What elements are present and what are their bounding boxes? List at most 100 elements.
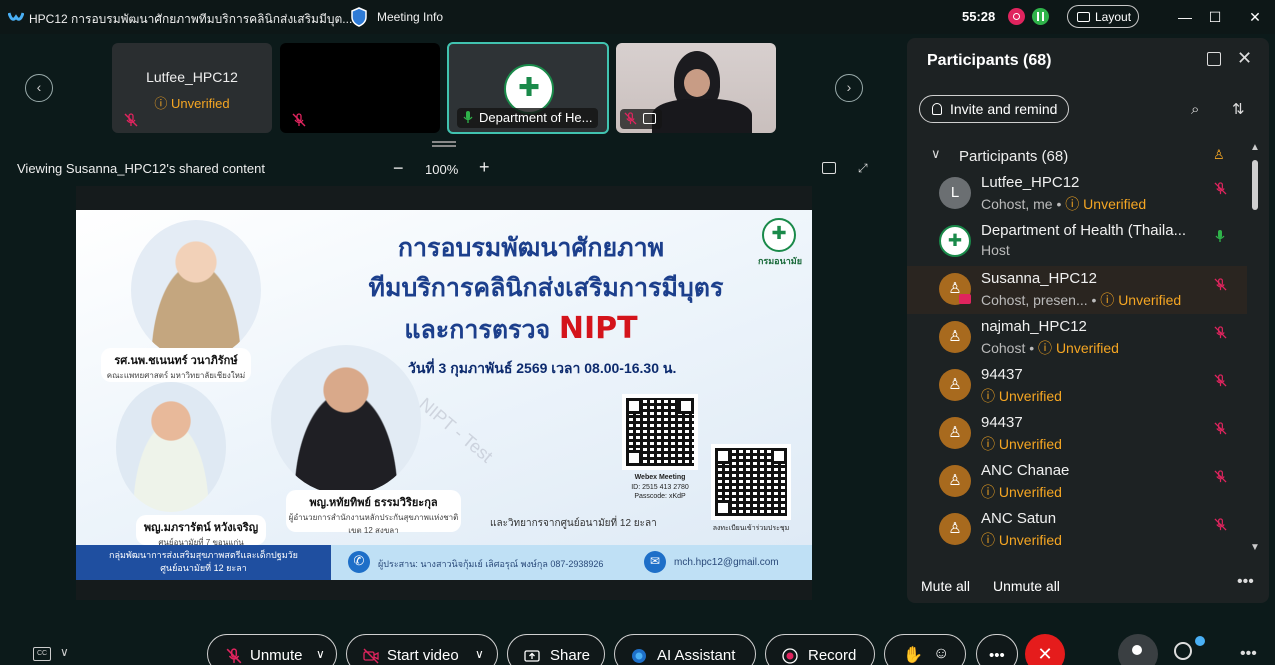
person-add-icon <box>932 103 942 115</box>
participant-name: Susanna_HPC12 <box>981 270 1097 287</box>
scroll-up-icon[interactable]: ▲ <box>1248 142 1262 153</box>
participant-role: ⓘ Unverified <box>981 386 1062 406</box>
chat-icon[interactable] <box>1174 642 1192 660</box>
unmute-label: Unmute <box>250 647 303 664</box>
slide-watermark: NIPT - Test <box>415 393 497 467</box>
webex-app-icon <box>8 12 24 21</box>
mic-muted-icon[interactable] <box>1214 278 1228 294</box>
slide-lecturer-note: และวิทยากรจากศูนย์อนามัยที่ 12 ยะลา <box>490 518 657 529</box>
sort-icon[interactable]: ⇅ <box>1232 100 1245 118</box>
more-options-button[interactable]: ••• <box>976 634 1018 665</box>
mic-muted-icon[interactable] <box>1214 518 1228 534</box>
scroll-thumb[interactable] <box>1252 160 1258 210</box>
participants-section-header[interactable]: Participants (68) <box>959 148 1068 165</box>
chat-notification-badge <box>1195 636 1205 646</box>
chevron-down-icon[interactable]: ∨ <box>316 647 325 661</box>
host-badge-icon[interactable]: ♙ <box>1213 147 1227 162</box>
start-video-button[interactable]: Start video ∨ <box>346 634 498 665</box>
participant-row[interactable]: ♙ 94437 ⓘ Unverified <box>907 410 1247 458</box>
more-panels-icon[interactable]: ••• <box>1240 645 1257 663</box>
closed-captions-button[interactable]: CC <box>33 647 51 661</box>
speaker2-photo <box>116 382 226 512</box>
shield-icon[interactable] <box>350 7 368 27</box>
search-icon[interactable]: ⌕ <box>1191 101 1199 118</box>
participant-face <box>684 69 710 97</box>
meeting-timer: 55:28 <box>962 9 996 24</box>
maximize-icon[interactable]: ☐ <box>1206 8 1224 26</box>
meeting-info-link[interactable]: Meeting Info <box>377 10 443 24</box>
mic-muted-icon[interactable] <box>1214 182 1228 198</box>
connection-quality-icon[interactable] <box>1032 8 1049 25</box>
chevron-down-icon[interactable]: ∨ <box>475 647 484 661</box>
participant-row[interactable]: ♙ 94437 ⓘ Unverified <box>907 362 1247 410</box>
ai-assistant-button[interactable]: AI Assistant <box>614 634 756 665</box>
mute-all-button[interactable]: Mute all <box>921 578 970 594</box>
participant-row[interactable]: Department of Health (Thaila... Host <box>907 218 1247 266</box>
chevron-down-icon[interactable]: ∨ <box>931 146 941 162</box>
mic-on-icon <box>463 111 473 123</box>
participant-list-scrollbar[interactable]: ▲ ▼ <box>1248 142 1262 562</box>
participant-name: ANC Satun <box>981 510 1057 527</box>
speaker3-caption: พญ.หทัยทิพย์ ธรรมวิริยะกุล ผู้อำนวยการสำ… <box>286 490 461 535</box>
emoji-icon: ☺ <box>933 645 950 662</box>
popout-icon[interactable] <box>1207 52 1221 66</box>
video-tile-lutfee[interactable]: Lutfee_HPC12 ⓘ Unverified <box>112 43 272 133</box>
department-logo-icon <box>504 64 554 114</box>
zoom-level[interactable]: 100% <box>425 162 458 177</box>
close-panel-icon[interactable]: ✕ <box>1237 48 1252 69</box>
video-off-icon <box>363 648 379 664</box>
zoom-in-button[interactable]: + <box>479 157 490 178</box>
avatar: ♙ <box>939 417 971 449</box>
close-window-icon[interactable]: ✕ <box>1246 8 1264 26</box>
slide-contact: ผู้ประสาน: นางสาวนิจกุ้มเย์ เลิศอรุณ์ พง… <box>378 559 604 569</box>
webex-qr-code <box>622 394 698 470</box>
speaker2-caption: พญ.มภรารัตน์ หวังเจริญ ศูนย์อนามัยที่ 7 … <box>136 515 266 547</box>
chevron-down-icon[interactable]: ∨ <box>60 645 69 659</box>
mic-muted-icon[interactable] <box>1214 470 1228 486</box>
qr1-title: Webex Meeting <box>634 474 686 481</box>
strip-resize-handle[interactable] <box>432 141 456 147</box>
participant-row[interactable]: L Lutfee_HPC12 Cohost, me • ⓘ Unverified <box>907 170 1247 218</box>
leave-meeting-button[interactable]: ✕ <box>1025 634 1065 665</box>
participant-row[interactable]: ♙ Susanna_HPC12 Cohost, presen... • ⓘ Unve… <box>907 266 1247 314</box>
record-button[interactable]: Record <box>765 634 875 665</box>
unmute-button[interactable]: Unmute ∨ <box>207 634 337 665</box>
participant-name: 94437 <box>981 366 1023 383</box>
zoom-out-button[interactable]: − <box>393 158 404 179</box>
scroll-down-icon[interactable]: ▼ <box>1248 542 1262 553</box>
strip-next-button[interactable]: › <box>835 74 863 102</box>
unmute-all-button[interactable]: Unmute all <box>993 578 1060 594</box>
more-options-icon[interactable]: ••• <box>1237 573 1254 591</box>
participant-name: ANC Chanae <box>981 462 1070 479</box>
more-options-icon: ••• <box>989 647 1005 664</box>
participant-row[interactable]: ♙ ANC Satun ⓘ Unverified <box>907 506 1247 554</box>
mic-muted-icon <box>292 113 306 127</box>
video-tile-department-of-health[interactable]: Department of He... <box>447 42 609 134</box>
strip-prev-button[interactable]: ‹ <box>25 74 53 102</box>
participant-row[interactable]: ♙ najmah_HPC12 Cohost • ⓘ Unverified <box>907 314 1247 362</box>
mic-muted-icon[interactable] <box>1214 422 1228 438</box>
mic-muted-icon[interactable] <box>1214 326 1228 342</box>
video-tile-camera-participant[interactable] <box>616 43 776 133</box>
slide-email: mch.hpc12@gmail.com <box>674 557 779 568</box>
participant-role: Cohost • ⓘ Unverified <box>981 340 1119 356</box>
layout-button[interactable]: Layout <box>1067 5 1139 28</box>
sharing-icon <box>643 113 656 124</box>
minimize-icon[interactable]: — <box>1176 8 1194 26</box>
invite-and-remind-button[interactable]: Invite and remind <box>919 95 1069 123</box>
participants-toggle-button[interactable] <box>1118 634 1158 665</box>
mic-on-icon[interactable] <box>1214 230 1228 246</box>
share-button[interactable]: Share <box>507 634 605 665</box>
title-bar: HPC12 การอบรมพัฒนาศักยภาพทีมบริการคลินิก… <box>0 0 1275 34</box>
fullscreen-icon[interactable]: ⤢ <box>858 161 872 175</box>
participant-row[interactable]: ♙ ANC Chanae ⓘ Unverified <box>907 458 1247 506</box>
health-department-logo-icon <box>762 218 796 252</box>
unverified-badge: ⓘ Unverified <box>981 388 1062 404</box>
mic-muted-icon[interactable] <box>1214 374 1228 390</box>
video-tile-blank[interactable] <box>280 43 440 133</box>
annotate-icon[interactable] <box>822 162 836 174</box>
participant-role: ⓘ Unverified <box>981 530 1062 550</box>
qr2-caption: ลงทะเบียนเข้าร่วมประชุม <box>712 525 790 532</box>
reactions-button[interactable]: ✋ ☺ <box>884 634 966 665</box>
slide-title-line2: ทีมบริการคลินิกส่งเสริมการมีบุตร <box>368 273 724 302</box>
